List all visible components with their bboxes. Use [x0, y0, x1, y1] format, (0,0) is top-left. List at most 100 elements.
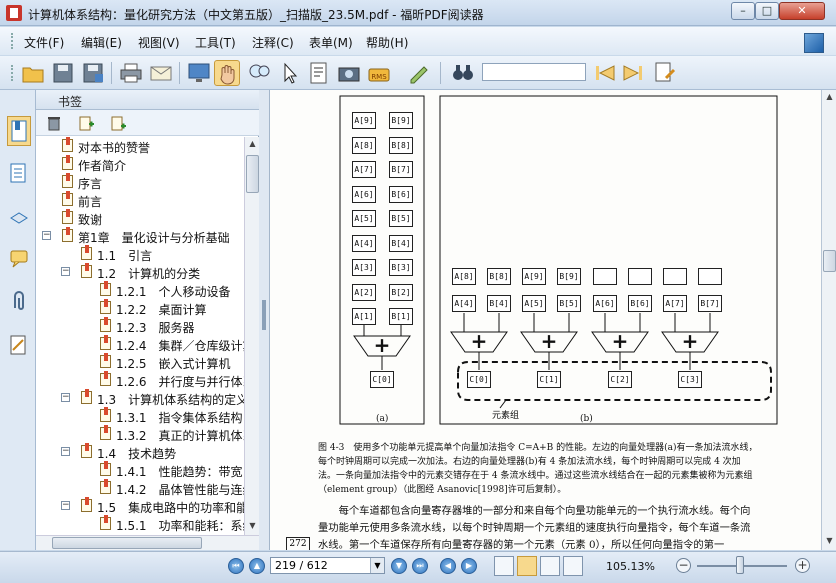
menu-help[interactable]: 帮助(H)	[366, 34, 408, 51]
document-view[interactable]: + + + + + A[9] B[9] A[8] B[8] A[7] B[7] A[6] B[6] A[…	[270, 90, 821, 550]
menu-comment[interactable]: 注释(C)	[252, 34, 294, 51]
menu-tools[interactable]: 工具(T)	[195, 34, 236, 51]
vector-element-box: A[7]	[663, 295, 687, 312]
bookmark-label: 1.2.2 桌面计算	[116, 303, 207, 317]
bookmarks-horizontal-scrollbar[interactable]	[36, 535, 259, 550]
text-select-icon[interactable]	[306, 60, 332, 86]
highlight-icon[interactable]	[652, 60, 678, 86]
save-as-icon[interactable]	[80, 60, 106, 86]
bookmark-label: 1.2.6 并行度与并行体系结构	[116, 375, 244, 389]
comments-panel-icon[interactable]	[9, 248, 29, 270]
next-page-icon[interactable]: ▼	[391, 558, 407, 574]
bookmark-page-icon	[100, 479, 111, 494]
status-bar: ⏮ ▲ 219 / 612 ▼ ▼ ⏭ ◀ ▶ 105.13% − +	[0, 551, 836, 583]
last-page-icon[interactable]: ⏭	[412, 558, 428, 574]
window-title: 计算机体系结构：量化研究方法（中文第五版）_扫描版_23.5M.pdf - 福昕…	[28, 8, 484, 22]
body-paragraph: 每个车道都包含向量寄存器堆的一部分和来自每个向量功能单元的一个执行流水线。每个向…	[318, 505, 751, 550]
maximize-button[interactable]: □	[755, 2, 779, 20]
prev-page-icon[interactable]: ▲	[249, 558, 265, 574]
zoom-out-icon[interactable]: −	[676, 558, 691, 573]
collapse-toggle-icon[interactable]: −	[61, 501, 70, 510]
bookmark-label: 作者简介	[78, 159, 127, 173]
collapse-toggle-icon[interactable]: −	[61, 447, 70, 456]
bookmarks-vertical-scrollbar[interactable]: ▲ ▼	[244, 137, 259, 535]
bookmarks-scroll-thumb[interactable]	[246, 155, 259, 193]
vector-element-box: A[5]	[352, 210, 376, 227]
vector-element-box: B[9]	[557, 268, 581, 285]
main-toolbar: RMS	[0, 56, 836, 90]
vector-element-box: A[6]	[352, 185, 376, 203]
svg-text:+: +	[471, 329, 488, 353]
vector-element-box: B[6]	[628, 295, 652, 312]
menu-edit[interactable]: 编辑(E)	[81, 34, 122, 51]
vector-element-box: C[3]	[678, 371, 702, 388]
hand-icon[interactable]	[214, 60, 240, 86]
page-number-input[interactable]: 219 / 612 ▼	[270, 557, 385, 574]
binoculars-icon[interactable]	[450, 60, 476, 86]
print-icon[interactable]	[118, 60, 144, 86]
menu-view[interactable]: 视图(V)	[138, 34, 180, 51]
save-icon[interactable]	[50, 60, 76, 86]
delete-bookmark-icon[interactable]	[46, 115, 62, 131]
continuous-facing-view-icon[interactable]	[563, 556, 583, 576]
vector-element-box: A[6]	[593, 295, 617, 312]
monitor-icon[interactable]	[186, 60, 212, 86]
pages-panel-icon[interactable]	[9, 162, 29, 184]
element-group-label: 元素组	[492, 411, 520, 421]
panel-splitter[interactable]	[259, 90, 270, 550]
pdf-page: + + + + + A[9] B[9] A[8] B[8] A[7] B[7] A[6] B[6] A[…	[270, 90, 821, 550]
zoom-icon[interactable]	[246, 60, 272, 86]
doc-scroll-down-icon[interactable]: ▼	[823, 534, 836, 548]
snapshot-icon[interactable]	[336, 60, 362, 86]
bookmark-label: 1.2.5 嵌入式计算机	[116, 357, 231, 371]
figure-caption: 图 4-3 使用多个功能单元提高单个向量加法指令 C=A+B 的性能。左边的向量…	[318, 443, 758, 495]
attachments-panel-icon[interactable]	[9, 290, 29, 312]
scroll-up-arrow-icon[interactable]: ▲	[246, 137, 259, 151]
bookmark-label: 1.3 计算机体系结构的定义	[97, 393, 244, 407]
next-result-icon[interactable]	[620, 60, 646, 86]
forward-icon[interactable]: ▶	[461, 558, 477, 574]
rms-icon[interactable]: RMS	[366, 60, 392, 86]
facing-view-icon[interactable]	[540, 556, 560, 576]
zoom-in-icon[interactable]: +	[795, 558, 810, 573]
bookmark-label: 1.2.4 集群／仓库级计算	[116, 339, 244, 353]
continuous-view-icon[interactable]	[517, 556, 537, 576]
doc-scroll-thumb[interactable]	[823, 250, 836, 272]
document-vertical-scrollbar[interactable]: ▲ ▼	[821, 90, 836, 550]
email-icon[interactable]	[148, 60, 174, 86]
signatures-panel-icon[interactable]	[9, 334, 29, 356]
prev-result-icon[interactable]	[592, 60, 618, 86]
menu-file[interactable]: 文件(F)	[24, 34, 64, 51]
collapse-toggle-icon[interactable]: −	[42, 231, 51, 240]
printed-page-number: 272	[286, 537, 310, 550]
vector-element-box: A[8]	[352, 136, 376, 154]
open-icon[interactable]	[20, 60, 46, 86]
scroll-down-arrow-icon[interactable]: ▼	[246, 519, 259, 533]
back-icon[interactable]: ◀	[440, 558, 456, 574]
fullscreen-icon[interactable]	[804, 33, 824, 53]
collapse-toggle-icon[interactable]: −	[61, 393, 70, 402]
collapse-toggle-icon[interactable]: −	[61, 267, 70, 276]
add-child-bookmark-icon[interactable]	[110, 115, 126, 131]
title-bar: 计算机体系结构：量化研究方法（中文第五版）_扫描版_23.5M.pdf - 福昕…	[0, 0, 836, 26]
sign-icon[interactable]	[406, 60, 432, 86]
minimize-button[interactable]: –	[731, 2, 755, 20]
first-page-icon[interactable]: ⏮	[228, 558, 244, 574]
bookmark-page-icon	[100, 317, 111, 332]
foxit-app-icon	[6, 5, 22, 21]
bookmarks-hscroll-thumb[interactable]	[52, 537, 202, 549]
menu-form[interactable]: 表单(M)	[309, 34, 353, 51]
layers-panel-icon[interactable]	[9, 206, 29, 228]
doc-scroll-up-icon[interactable]: ▲	[823, 90, 836, 104]
bookmarks-title: 书签	[58, 95, 83, 109]
bookmark-label: 序言	[78, 177, 103, 191]
select-icon[interactable]	[276, 60, 302, 86]
search-input[interactable]	[482, 63, 586, 81]
add-bookmark-icon[interactable]	[78, 115, 94, 131]
bookmarks-panel-icon[interactable]	[7, 116, 31, 146]
zoom-slider-thumb[interactable]	[736, 556, 744, 574]
bookmark-page-icon	[81, 443, 92, 458]
single-page-view-icon[interactable]	[494, 556, 514, 576]
page-dropdown-icon[interactable]: ▼	[370, 558, 384, 573]
close-button[interactable]: ✕	[779, 2, 825, 20]
